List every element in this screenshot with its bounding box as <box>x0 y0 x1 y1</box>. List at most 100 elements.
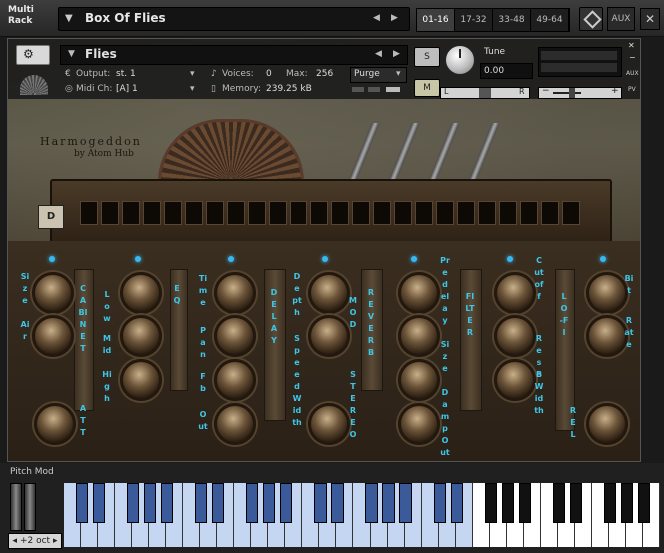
midi-caret-icon[interactable]: ▾ <box>190 84 195 94</box>
eq-high-knob[interactable] <box>120 359 162 401</box>
black-key[interactable] <box>92 483 106 523</box>
output-caret-icon[interactable]: ▾ <box>190 69 195 79</box>
delay-pan-knob[interactable] <box>214 315 256 357</box>
label-delay: DELAY <box>270 288 278 345</box>
black-key[interactable] <box>552 483 565 523</box>
dropdown-caret-icon[interactable]: ▼ <box>68 49 75 59</box>
pan-slider[interactable]: L R <box>440 87 530 99</box>
volume-plus-icon: + <box>611 86 619 96</box>
label-reverb: REVERB <box>367 288 375 357</box>
multirack-name-field[interactable]: ▼ Box Of Flies ◀ ▶ <box>58 7 410 31</box>
reverb-predelay-knob[interactable] <box>398 272 440 314</box>
stereo-width-knob[interactable] <box>308 403 350 445</box>
black-key[interactable] <box>195 483 208 523</box>
tab-01-16[interactable]: 01-16 <box>417 9 455 31</box>
delay-out-knob[interactable] <box>214 403 256 445</box>
pv-label[interactable]: PV <box>628 86 636 93</box>
black-key[interactable] <box>331 483 344 523</box>
black-key[interactable] <box>484 483 497 523</box>
filter-reso-knob[interactable] <box>494 315 536 357</box>
pan-slider-handle[interactable] <box>479 88 491 98</box>
purge-dropdown[interactable]: Purge ▾ <box>350 67 407 83</box>
mod-depth-knob[interactable] <box>308 272 350 314</box>
black-key[interactable] <box>365 483 378 523</box>
max-value[interactable]: 256 <box>316 69 333 79</box>
cabinet-size-knob[interactable] <box>32 272 74 314</box>
close-instrument-icon[interactable]: ✕ <box>628 41 635 50</box>
black-key[interactable] <box>314 483 327 523</box>
black-key[interactable] <box>75 483 89 523</box>
tab-17-32[interactable]: 17-32 <box>455 9 493 31</box>
filter-cutoff-knob[interactable] <box>494 272 536 314</box>
minimize-instrument-icon[interactable]: − <box>629 53 636 62</box>
black-key[interactable] <box>518 483 531 523</box>
rel-knob[interactable] <box>586 403 628 445</box>
reverb-damp-knob[interactable] <box>398 359 440 401</box>
solo-button[interactable]: S <box>414 47 440 67</box>
black-key[interactable] <box>246 483 259 523</box>
memory-label: Memory: <box>222 84 261 94</box>
mute-button[interactable]: M <box>414 79 440 97</box>
black-key[interactable] <box>620 483 634 523</box>
volume-slider-handle[interactable] <box>569 88 575 98</box>
black-key[interactable] <box>501 483 514 523</box>
eq-mid-knob[interactable] <box>120 315 162 357</box>
octave-right-arrow-icon[interactable]: ▸ <box>53 536 58 546</box>
label-high: High <box>102 370 112 403</box>
eq-low-knob[interactable] <box>120 272 162 314</box>
midi-value[interactable]: [A] 1 <box>116 84 138 94</box>
black-key[interactable] <box>637 483 651 523</box>
att-knob[interactable] <box>34 403 76 445</box>
cabinet-air-knob[interactable] <box>32 315 74 357</box>
black-key[interactable] <box>569 483 582 523</box>
output-value[interactable]: st. 1 <box>116 69 136 79</box>
tune-value[interactable]: 0.00 <box>480 63 533 79</box>
close-icon[interactable]: ✕ <box>640 8 660 30</box>
dropdown-caret-icon[interactable]: ▼ <box>65 13 73 24</box>
black-key[interactable] <box>433 483 446 523</box>
tab-49-64[interactable]: 49-64 <box>531 9 569 31</box>
prev-instrument-icon[interactable]: ◀ <box>375 49 382 59</box>
delay-time-knob[interactable] <box>214 272 256 314</box>
aux-button[interactable]: AUX <box>607 7 635 31</box>
next-instrument-icon[interactable]: ▶ <box>393 49 400 59</box>
memory-icon: ▯ <box>211 84 216 94</box>
tune-knob[interactable] <box>444 44 476 76</box>
prev-arrow-icon[interactable]: ◀ <box>373 13 380 23</box>
filter-bwidth-knob[interactable] <box>494 359 536 401</box>
reverb-out-knob[interactable] <box>398 403 440 445</box>
black-key[interactable] <box>603 483 616 523</box>
black-key[interactable] <box>382 483 395 523</box>
led-2 <box>135 256 141 262</box>
black-key[interactable] <box>144 483 157 523</box>
black-key[interactable] <box>161 483 174 523</box>
brand-subtitle: by Atom Hub <box>74 149 134 159</box>
octave-shift-control[interactable]: ◂ +2 oct ▸ <box>8 533 62 549</box>
label-cabinet: CABINET <box>78 284 88 353</box>
volume-slider[interactable]: − + <box>538 86 622 99</box>
mod-speed-knob[interactable] <box>308 315 350 357</box>
next-arrow-icon[interactable]: ▶ <box>391 13 398 23</box>
mod-wheel[interactable] <box>24 483 36 531</box>
delay-fb-knob[interactable] <box>214 359 256 401</box>
black-key[interactable] <box>399 483 412 523</box>
harmonica-holes <box>80 201 580 225</box>
reverb-size-knob[interactable] <box>398 315 440 357</box>
lofi-bit-knob[interactable] <box>586 272 628 314</box>
harmonica-key-tag: D <box>38 205 64 229</box>
octave-left-arrow-icon[interactable]: ◂ <box>13 536 18 546</box>
aux-small-label[interactable]: AUX <box>626 70 639 77</box>
black-key[interactable] <box>450 483 463 523</box>
piano-keyboard[interactable] <box>64 483 660 547</box>
black-key[interactable] <box>212 483 225 523</box>
black-key[interactable] <box>263 483 276 523</box>
black-key[interactable] <box>127 483 140 523</box>
lofi-rate-knob[interactable] <box>586 315 628 357</box>
rack-view-button[interactable] <box>579 7 603 31</box>
tab-33-48[interactable]: 33-48 <box>493 9 531 31</box>
black-key[interactable] <box>280 483 293 523</box>
instrument-name-field[interactable]: ▼ Flies ◀ ▶ <box>60 45 408 65</box>
pitch-wheel[interactable] <box>10 483 22 531</box>
wrench-button[interactable]: ⚙ <box>16 45 50 65</box>
diamond-icon <box>583 10 602 29</box>
